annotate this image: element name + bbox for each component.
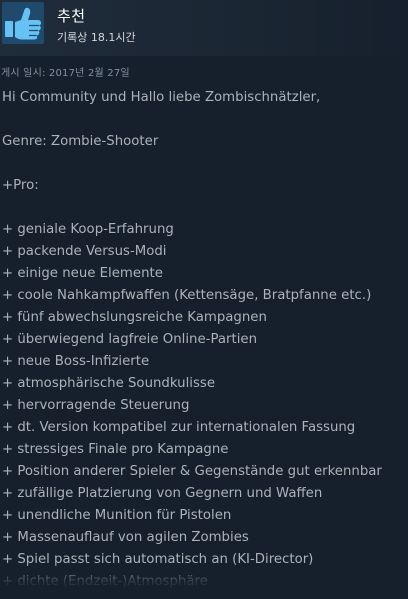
review-line: + Massenauflauf von agilen Zombies <box>2 530 249 545</box>
review-blank-line <box>2 153 406 175</box>
review-line: + neue Boss-Infizierte <box>2 354 150 369</box>
recommended-thumb-badge <box>2 2 44 44</box>
review-line: + stressiges Finale pro Kampagne <box>2 442 229 457</box>
review-line: + dichte (Endzeit-)Atmosphäre <box>2 574 208 589</box>
review-line: + hervorragende Steuerung <box>2 398 190 413</box>
hours-on-record: 기록상 18.1시간 <box>57 31 136 44</box>
review-line: + einige neue Elemente <box>2 266 163 281</box>
review-header: 추천 기록상 18.1시간 <box>0 0 408 56</box>
review-line: + Spiel passt sich automatisch an (KI-Di… <box>2 552 314 567</box>
review-line: +Pro: <box>2 178 39 193</box>
review-line: + dt. Version kompatibel zur internation… <box>2 420 356 435</box>
review-line: + Position anderer Spieler & Gegenstände… <box>2 464 382 479</box>
review-line: + packende Versus-Modi <box>2 244 167 259</box>
review-verdict: 추천 <box>57 7 86 25</box>
review-text: Hi Community und Hallo liebe Zombischnät… <box>2 87 406 592</box>
review-line: + atmosphärische Soundkulisse <box>2 376 216 391</box>
review-blank-line <box>2 197 406 219</box>
review-line: + fünf abwechslungsreiche Kampagnen <box>2 310 267 325</box>
review-line: Genre: Zombie-Shooter <box>2 134 159 149</box>
review-line: + coole Nahkampfwaffen (Kettensäge, Brat… <box>2 288 372 303</box>
review-line: + zufällige Platzierung von Gegnern und … <box>2 486 323 501</box>
review-line: + überwiegend lagfreie Online-Partien <box>2 332 258 347</box>
review-line: + unendliche Munition für Pistolen <box>2 508 232 523</box>
posted-date: 게시 일시: 2017년 2월 27일 <box>1 68 130 79</box>
review-line: + geniale Koop-Erfahrung <box>2 222 174 237</box>
thumbs-up-icon <box>5 7 41 40</box>
review-line: Hi Community und Hallo liebe Zombischnät… <box>2 90 321 105</box>
review-blank-line <box>2 109 406 131</box>
